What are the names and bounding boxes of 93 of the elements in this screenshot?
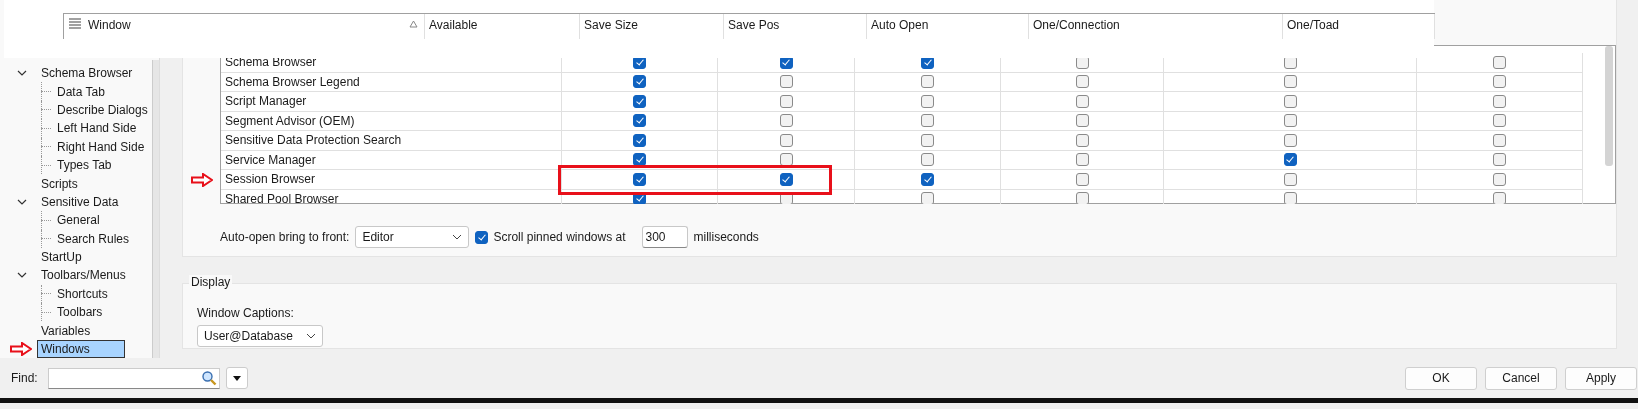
checkbox[interactable] bbox=[633, 75, 646, 89]
scrollbar[interactable] bbox=[1605, 46, 1613, 166]
tree-item[interactable]: Describe Dialogs bbox=[53, 100, 152, 119]
column-header[interactable]: One/Toad bbox=[1287, 18, 1340, 32]
table-cell: Segment Advisor (OEM) bbox=[225, 113, 355, 128]
field-label: Find: bbox=[11, 371, 38, 385]
checkbox[interactable] bbox=[1283, 172, 1297, 186]
checkbox[interactable] bbox=[1283, 114, 1297, 128]
table-cell: Schema Browser bbox=[225, 55, 317, 70]
checkbox[interactable] bbox=[1493, 55, 1506, 69]
checkbox[interactable] bbox=[633, 133, 646, 147]
checkbox[interactable] bbox=[1493, 114, 1506, 128]
checkbox[interactable] bbox=[779, 114, 793, 128]
caret-icon bbox=[232, 375, 241, 381]
tree-item[interactable]: Schema Browser bbox=[37, 64, 137, 83]
checkbox[interactable] bbox=[921, 172, 934, 186]
checkbox[interactable] bbox=[779, 94, 793, 108]
tree-item[interactable]: Variables bbox=[37, 321, 95, 340]
checkbox[interactable] bbox=[779, 133, 793, 147]
list-icon bbox=[68, 18, 82, 30]
tree-item[interactable]: Left Hand Side bbox=[53, 119, 141, 138]
tree-item[interactable]: General bbox=[53, 211, 104, 230]
checkbox[interactable] bbox=[779, 172, 793, 186]
tree-item[interactable]: Toolbars bbox=[53, 303, 107, 322]
checkbox[interactable] bbox=[921, 133, 934, 147]
dropdown-button[interactable] bbox=[225, 367, 248, 389]
checkbox[interactable] bbox=[921, 114, 934, 128]
checkbox-label[interactable]: Scroll pinned windows at bbox=[493, 230, 626, 244]
tree-item[interactable]: Shortcuts bbox=[53, 284, 112, 303]
table-cell: Schema Browser Legend bbox=[225, 74, 360, 89]
column-header[interactable]: Window bbox=[88, 18, 131, 32]
checkbox[interactable] bbox=[633, 172, 646, 186]
checkbox[interactable] bbox=[1493, 75, 1506, 89]
tree-item[interactable]: Right Hand Side bbox=[53, 137, 149, 156]
dropdown[interactable]: User@Database bbox=[197, 325, 323, 347]
checkbox[interactable] bbox=[1283, 94, 1297, 108]
checkbox[interactable] bbox=[921, 153, 934, 167]
checkbox[interactable] bbox=[1075, 94, 1089, 108]
checkbox[interactable] bbox=[1283, 153, 1297, 167]
checkbox[interactable] bbox=[1493, 172, 1506, 186]
table-cell: Script Manager bbox=[225, 94, 307, 109]
checkbox[interactable] bbox=[779, 75, 793, 89]
column-header[interactable]: Auto Open bbox=[871, 18, 929, 32]
checkbox[interactable] bbox=[1075, 133, 1089, 147]
column-header[interactable]: Save Pos bbox=[728, 18, 780, 32]
checkbox[interactable] bbox=[1075, 153, 1089, 167]
chevron-down-icon bbox=[306, 333, 316, 339]
checkbox[interactable] bbox=[1075, 75, 1089, 89]
unit-label: milliseconds bbox=[693, 230, 759, 244]
checkbox[interactable] bbox=[921, 94, 934, 108]
checkbox[interactable] bbox=[921, 192, 934, 204]
table-cell: Service Manager bbox=[225, 152, 316, 167]
checkbox[interactable] bbox=[475, 230, 489, 244]
column-header[interactable]: Save Size bbox=[584, 18, 639, 32]
search-icon[interactable] bbox=[200, 370, 217, 386]
search-field[interactable] bbox=[47, 367, 220, 389]
checkbox[interactable] bbox=[1283, 192, 1297, 204]
checkbox[interactable] bbox=[1075, 114, 1089, 128]
checkbox[interactable] bbox=[1493, 94, 1506, 108]
field-label: Window Captions: bbox=[197, 306, 295, 320]
scrollbar[interactable] bbox=[152, 60, 159, 358]
tree-item[interactable]: Toolbars/Menus bbox=[37, 266, 130, 285]
field-label: Auto-open bring to front: bbox=[220, 230, 350, 244]
checkbox[interactable] bbox=[1075, 172, 1089, 186]
dialog-button[interactable]: Cancel bbox=[1485, 366, 1557, 390]
dropdown[interactable]: Editor bbox=[355, 226, 470, 248]
table-cell: Shared Pool Browser bbox=[225, 191, 339, 204]
sort-icon[interactable] bbox=[409, 20, 418, 28]
dialog-button[interactable]: OK bbox=[1405, 366, 1477, 390]
checkbox[interactable] bbox=[1075, 192, 1089, 204]
group-title: Display bbox=[189, 275, 233, 289]
dialog-button[interactable]: Apply bbox=[1565, 366, 1637, 390]
chevron-down-icon bbox=[452, 234, 463, 240]
checkbox[interactable] bbox=[1283, 133, 1297, 147]
tree-item[interactable]: Search Rules bbox=[53, 229, 134, 248]
column-header[interactable]: Available bbox=[429, 18, 478, 32]
checkbox[interactable] bbox=[921, 75, 934, 89]
table-cell: Session Browser bbox=[225, 172, 316, 187]
checkbox[interactable] bbox=[633, 114, 646, 128]
checkbox[interactable] bbox=[1493, 192, 1506, 204]
tree-item[interactable]: Windows bbox=[37, 340, 125, 359]
checkbox[interactable] bbox=[1493, 133, 1506, 147]
input-field[interactable]: 300 bbox=[641, 226, 688, 248]
table-cell: Sensitive Data Protection Search bbox=[225, 133, 402, 148]
tree-item[interactable]: Sensitive Data bbox=[37, 192, 123, 211]
tree-item[interactable]: Data Tab bbox=[53, 82, 109, 101]
tree-item[interactable]: Scripts bbox=[37, 174, 82, 193]
tree-item[interactable]: Types Tab bbox=[53, 156, 116, 175]
checkbox[interactable] bbox=[1493, 153, 1506, 167]
tree-item[interactable]: StartUp bbox=[37, 248, 86, 267]
checkbox[interactable] bbox=[633, 94, 646, 108]
column-header[interactable]: One/Connection bbox=[1033, 18, 1120, 32]
checkbox[interactable] bbox=[1283, 75, 1297, 89]
